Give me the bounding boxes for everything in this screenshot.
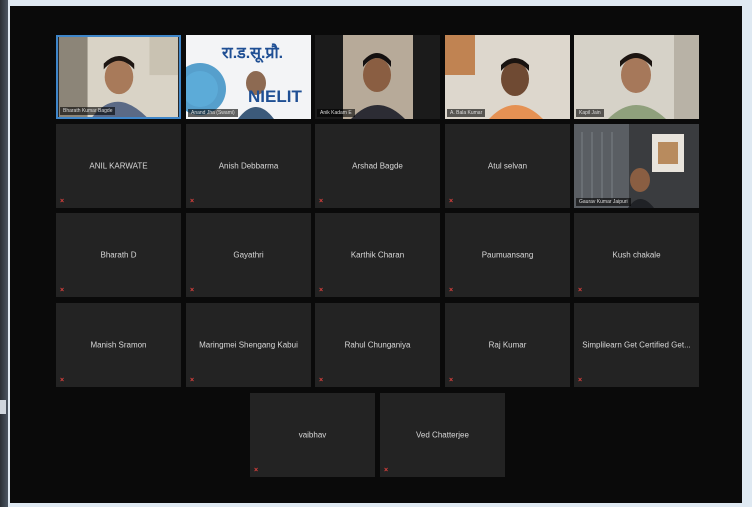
participant-name: Manish Sramon <box>90 340 147 350</box>
participant-name: Rahul Chunganiya <box>344 340 411 350</box>
participant-tile[interactable]: Anish Debbarma × <box>186 124 311 208</box>
participant-name: Kush chakale <box>612 250 661 260</box>
participant-video-tile[interactable]: रा.ड.सू.प्रौ. NIELIT Anand Jha (Swami) <box>186 35 311 119</box>
participant-name: Arshad Bagde <box>352 161 403 171</box>
muted-mic-icon: × <box>60 198 65 205</box>
muted-mic-icon: × <box>384 467 389 474</box>
muted-mic-icon: × <box>319 198 324 205</box>
muted-mic-icon: × <box>449 287 454 294</box>
participant-video <box>574 124 699 208</box>
participant-video <box>445 35 570 119</box>
participant-video <box>574 35 699 119</box>
participant-name: Bharath D <box>100 250 137 260</box>
participant-tile[interactable]: ANIL KARWATE × <box>56 124 181 208</box>
participant-tile[interactable]: Gayathri × <box>186 213 311 297</box>
participant-video-tile[interactable]: A. Bala Kumar <box>445 35 570 119</box>
muted-mic-icon: × <box>578 377 583 384</box>
participant-tile[interactable]: Arshad Bagde × <box>315 124 440 208</box>
muted-mic-icon: × <box>319 377 324 384</box>
participant-video-tile[interactable]: Anik Kadam E <box>315 35 440 119</box>
muted-mic-icon: × <box>60 377 65 384</box>
muted-mic-icon: × <box>190 377 195 384</box>
muted-mic-icon: × <box>449 377 454 384</box>
participant-name-caption: Bharath Kumar Bagde <box>60 107 116 115</box>
participant-video <box>58 37 179 117</box>
background-window-edge <box>0 0 8 507</box>
muted-mic-icon: × <box>319 287 324 294</box>
participant-tile[interactable]: vaibhav × <box>250 393 375 477</box>
participant-tile[interactable]: Maringmei Shengang Kabui × <box>186 303 311 387</box>
participant-video-tile[interactable]: Bharath Kumar Bagde <box>56 35 181 119</box>
participant-name: Atul selvan <box>487 161 528 171</box>
participant-name: Paumuansang <box>481 250 534 260</box>
participant-video-tile[interactable]: Kapil Jain <box>574 35 699 119</box>
participant-name: vaibhav <box>298 430 327 440</box>
background-window-element <box>0 400 6 414</box>
muted-mic-icon: × <box>449 198 454 205</box>
muted-mic-icon: × <box>254 467 259 474</box>
participant-tile[interactable]: Simplilearn Get Certified Get... × <box>574 303 699 387</box>
participant-tile[interactable]: Manish Sramon × <box>56 303 181 387</box>
participant-name: Raj Kumar <box>488 340 527 350</box>
institute-logo-text: रा.ड.सू.प्रौ. <box>222 45 284 62</box>
participant-tile[interactable]: Rahul Chunganiya × <box>315 303 440 387</box>
participant-name: Simplilearn Get Certified Get... <box>582 340 691 350</box>
muted-mic-icon: × <box>190 198 195 205</box>
participant-tile[interactable]: Atul selvan × <box>445 124 570 208</box>
participant-tile[interactable]: Raj Kumar × <box>445 303 570 387</box>
participant-name-caption: A. Bala Kumar <box>447 109 486 117</box>
meeting-gallery-view: Bharath Kumar Bagde रा.ड.सू.प्रौ. NIELIT… <box>10 6 742 503</box>
participant-name-caption: Anand Jha (Swami) <box>188 109 238 117</box>
participant-name: Anish Debbarma <box>218 161 279 171</box>
participant-name: Ved Chatterjee <box>416 430 469 440</box>
participant-name: Maringmei Shengang Kabui <box>199 340 298 350</box>
muted-mic-icon: × <box>578 287 583 294</box>
participant-name-caption: Anik Kadam E <box>317 109 355 117</box>
participant-video-tile[interactable]: Gaurav Kumar Jaipuri <box>574 124 699 208</box>
participant-tile[interactable]: Kush chakale × <box>574 213 699 297</box>
participant-video <box>315 35 440 119</box>
participant-name: Karthik Charan <box>350 250 405 260</box>
participant-tile[interactable]: Bharath D × <box>56 213 181 297</box>
muted-mic-icon: × <box>190 287 195 294</box>
participant-name: ANIL KARWATE <box>89 161 148 171</box>
muted-mic-icon: × <box>60 287 65 294</box>
institute-logo-acronym: NIELIT <box>248 87 302 106</box>
participant-tile[interactable]: Karthik Charan × <box>315 213 440 297</box>
participant-tile[interactable]: Ved Chatterjee × <box>380 393 505 477</box>
participant-name-caption: Gaurav Kumar Jaipuri <box>576 198 631 206</box>
participant-name: Gayathri <box>233 250 264 260</box>
participant-tile[interactable]: Paumuansang × <box>445 213 570 297</box>
participant-name-caption: Kapil Jain <box>576 109 604 117</box>
